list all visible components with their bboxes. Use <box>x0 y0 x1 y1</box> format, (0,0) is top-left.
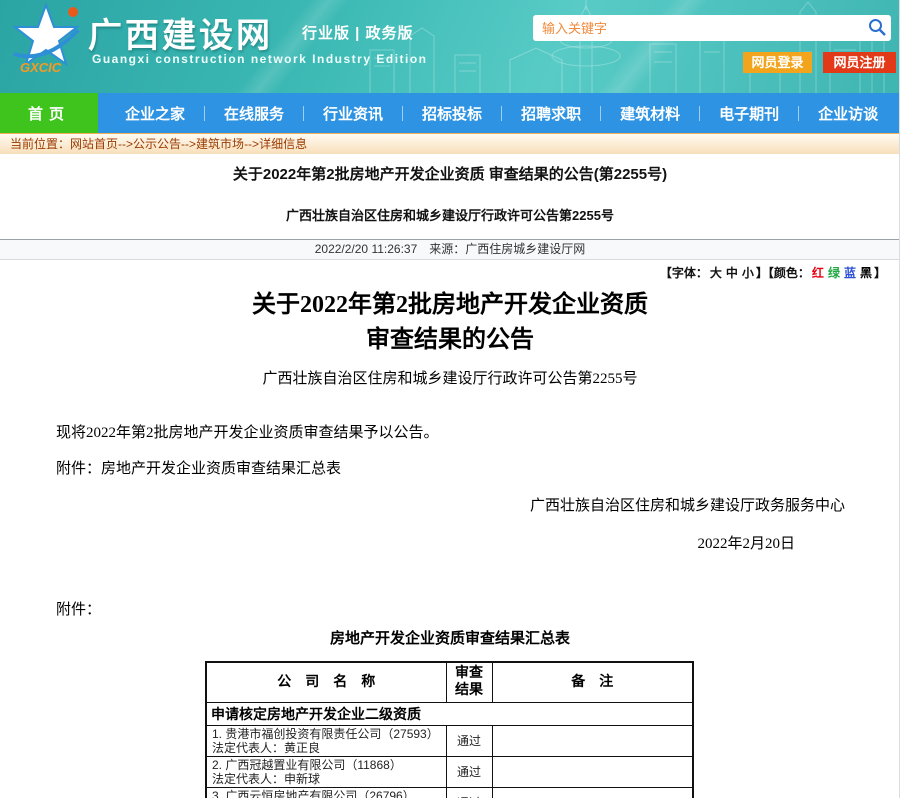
font-size-large-button[interactable]: 大 <box>710 266 722 280</box>
search-button[interactable] <box>867 18 887 38</box>
article-title: 关于2022年第2批房地产开发企业资质 审查结果的公告 <box>0 288 900 358</box>
article-body: 关于2022年第2批房地产开发企业资质 审查结果的公告 广西壮族自治区住房和城乡… <box>0 288 900 798</box>
table-row: 2. 广西冠越置业有限公司（11868） 法定代表人：申新球 通过 <box>206 756 693 787</box>
edition-switcher[interactable]: 行业版 | 政务版 <box>302 22 414 43</box>
nav-item-bidding[interactable]: 招标投标 <box>403 103 501 124</box>
nav-item-e-journal[interactable]: 电子期刊 <box>700 103 798 124</box>
article-meta: 2022/2/20 11:26:37 来源：广西住房城乡建设厅网 <box>0 239 900 260</box>
article-title-line2: 审查结果的公告 <box>0 323 900 358</box>
site-header: GXCIC 广西建设网 行业版 | 政务版 Guangxi constructi… <box>0 0 900 93</box>
legal-representative: 法定代表人：申新球 <box>212 772 441 786</box>
breadcrumb-item-detail: 详细信息 <box>259 137 307 151</box>
cityscape-art <box>360 0 900 93</box>
table-wrap: 公 司 名 称 审查结果 备 注 申请核定房地产开发企业二级资质 1. 贵港市福… <box>205 661 692 798</box>
legal-representative: 法定代表人：黄正良 <box>212 741 441 755</box>
color-controls-label: 【颜色： <box>768 266 810 280</box>
breadcrumb-separator: --> <box>118 137 133 151</box>
breadcrumb-separator: --> <box>181 137 196 151</box>
company-cell: 2. 广西冠越置业有限公司（11868） 法定代表人：申新球 <box>206 756 446 787</box>
bracket: 】 <box>874 266 886 280</box>
search-box <box>533 15 891 41</box>
company-name: 1. 贵港市福创投资有限责任公司（27593） <box>212 727 441 741</box>
result-cell: 通过 <box>446 787 492 798</box>
search-input[interactable] <box>533 15 859 41</box>
breadcrumb-item-public-notices[interactable]: 公示公告 <box>133 137 181 151</box>
site-logo[interactable]: GXCIC <box>4 2 90 82</box>
qualification-table: 公 司 名 称 审查结果 备 注 申请核定房地产开发企业二级资质 1. 贵港市福… <box>205 661 694 798</box>
breadcrumb-separator: --> <box>244 137 259 151</box>
breadcrumb-item-site-home[interactable]: 网站首页 <box>70 137 118 151</box>
result-cell: 通过 <box>446 756 492 787</box>
section-title: 申请核定房地产开发企业二级资质 <box>206 702 693 725</box>
color-black-button[interactable]: 黑 <box>860 266 872 280</box>
display-controls: 【字体：大中小】【颜色：红绿蓝黑】 <box>0 264 900 281</box>
font-controls-label: 【字体： <box>660 266 708 280</box>
nav-item-industry-news[interactable]: 行业资讯 <box>304 103 402 124</box>
table-title: 房地产开发企业资质审查结果汇总表 <box>0 627 900 648</box>
attachment-reference-line: 附件：房地产开发企业资质审查结果汇总表 <box>0 457 900 478</box>
nav-item-enterprise-interview[interactable]: 企业访谈 <box>799 103 897 124</box>
color-blue-button[interactable]: 蓝 <box>844 266 856 280</box>
table-header-row: 公 司 名 称 审查结果 备 注 <box>206 662 693 702</box>
result-cell: 通过 <box>446 725 492 756</box>
page: GXCIC 广西建设网 行业版 | 政务版 Guangxi constructi… <box>0 0 900 798</box>
member-login-button[interactable]: 网员登录 <box>743 52 812 73</box>
remark-cell <box>492 787 693 798</box>
color-red-button[interactable]: 红 <box>812 266 824 280</box>
page-subtitle: 广西壮族自治区住房和城乡建设厅行政许可公告第2255号 <box>0 205 900 224</box>
nav-item-home[interactable]: 首页 <box>0 93 98 133</box>
issue-date: 2022年2月20日 <box>0 532 900 553</box>
font-size-medium-button[interactable]: 中 <box>726 266 738 280</box>
article-paragraph: 现将2022年第2批房地产开发企业资质审查结果予以公告。 <box>0 421 900 442</box>
nav-item-recruitment[interactable]: 招聘求职 <box>502 103 600 124</box>
header-company-name: 公 司 名 称 <box>206 662 446 702</box>
font-size-small-button[interactable]: 小 <box>742 266 754 280</box>
company-cell: 1. 贵港市福创投资有限责任公司（27593） 法定代表人：黄正良 <box>206 725 446 756</box>
table-row: 1. 贵港市福创投资有限责任公司（27593） 法定代表人：黄正良 通过 <box>206 725 693 756</box>
breadcrumb: 当前位置：网站首页-->公示公告-->建筑市场-->详细信息 <box>0 133 900 154</box>
nav-item-online-service[interactable]: 在线服务 <box>205 103 303 124</box>
remark-cell <box>492 756 693 787</box>
nav-item-enterprise-home[interactable]: 企业之家 <box>106 103 204 124</box>
breadcrumb-label: 当前位置： <box>10 137 70 151</box>
member-register-button[interactable]: 网员注册 <box>823 52 896 73</box>
nav-item-building-materials[interactable]: 建筑材料 <box>601 103 699 124</box>
breadcrumb-item-construction-market[interactable]: 建筑市场 <box>196 137 244 151</box>
table-row: 3. 广西云恒房地产有限公司（26796） 法定代表人： 王恒 通过 <box>206 787 693 798</box>
issuing-authority: 广西壮族自治区住房和城乡建设厅政务服务中心 <box>0 494 900 515</box>
content-area: 关于2022年第2批房地产开发企业资质 审查结果的公告(第2255号) 广西壮族… <box>0 154 900 798</box>
main-nav: 首页 企业之家 在线服务 行业资讯 招标投标 招聘求职 建筑材料 电子期刊 企业… <box>0 93 900 133</box>
header-review-result: 审查结果 <box>446 662 492 702</box>
bracket: 】 <box>756 266 768 280</box>
logo-dot <box>68 7 78 17</box>
company-name: 3. 广西云恒房地产有限公司（26796） <box>212 789 441 798</box>
search-icon <box>868 18 886 36</box>
header-remark: 备 注 <box>492 662 693 702</box>
site-title: 广西建设网 <box>88 8 273 57</box>
article-title-line1: 关于2022年第2批房地产开发企业资质 <box>0 288 900 323</box>
attachment-label: 附件： <box>0 598 900 619</box>
color-green-button[interactable]: 绿 <box>828 266 840 280</box>
table-section-row: 申请核定房地产开发企业二级资质 <box>206 702 693 725</box>
svg-text:GXCIC: GXCIC <box>20 60 62 75</box>
site-subtitle: Guangxi construction network Industry Ed… <box>92 52 428 66</box>
page-title: 关于2022年第2批房地产开发企业资质 审查结果的公告(第2255号) <box>0 163 900 184</box>
remark-cell <box>492 725 693 756</box>
company-name: 2. 广西冠越置业有限公司（11868） <box>212 758 441 772</box>
company-cell: 3. 广西云恒房地产有限公司（26796） 法定代表人： 王恒 <box>206 787 446 798</box>
article-doc-number: 广西壮族自治区住房和城乡建设厅行政许可公告第2255号 <box>0 367 900 388</box>
